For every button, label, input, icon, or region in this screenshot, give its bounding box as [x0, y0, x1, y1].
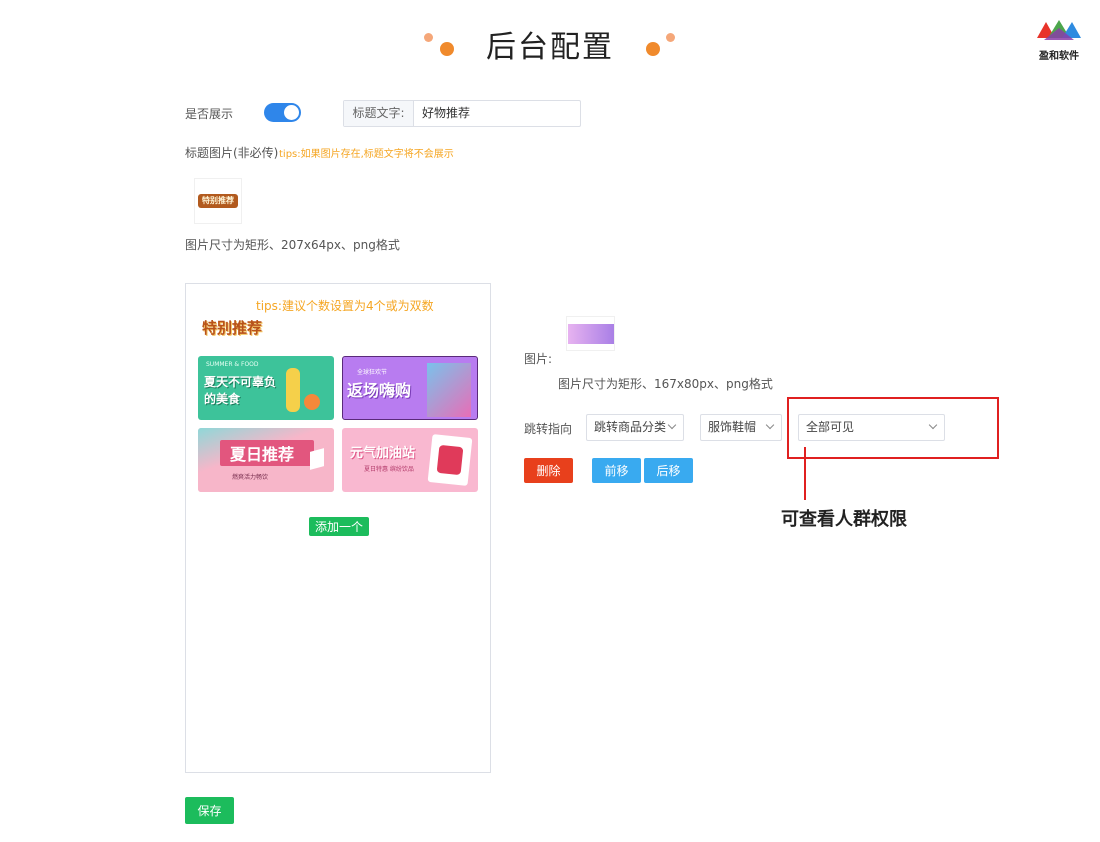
title-image-label: 标题图片(非必传) — [185, 146, 279, 160]
chevron-down-icon — [765, 420, 775, 430]
banner-image-preview — [567, 323, 614, 344]
title-image-thumbnail[interactable]: 特别推荐 — [194, 178, 242, 224]
category-value: 服饰鞋帽 — [708, 420, 757, 434]
preview-title-image: 特别推荐 — [202, 318, 270, 338]
add-banner-button[interactable]: 添加一个 — [309, 517, 369, 536]
toggle-knob — [284, 105, 299, 120]
image-size-hint: 图片尺寸为矩形、167x80px、png格式 — [558, 377, 773, 391]
chevron-down-icon — [667, 420, 677, 430]
company-logo: 盈和软件 — [1034, 16, 1084, 62]
title-image-tip: tips:如果图片存在,标题文字将不会展示 — [279, 149, 454, 160]
icecream-icon — [286, 368, 300, 412]
preview-panel: tips:建议个数设置为4个或为双数 特别推荐 SUMMER & FOOD 夏天… — [185, 283, 491, 773]
decor-dot — [646, 42, 660, 56]
megaphone-icon — [310, 448, 324, 470]
banner-title: 夏天不可辜负的美食 — [204, 375, 277, 406]
delete-button[interactable]: 删除 — [524, 458, 573, 483]
title-text-value[interactable]: 好物推荐 — [414, 101, 470, 126]
category-select[interactable]: 服饰鞋帽 — [700, 414, 782, 441]
jump-label: 跳转指向 — [524, 422, 573, 436]
annotation-highlight-box — [787, 397, 999, 459]
drink-photo-frame — [427, 434, 473, 486]
display-toggle-label: 是否展示 — [185, 107, 234, 121]
decor-dot — [424, 33, 433, 42]
banner-item[interactable]: SUMMER & FOOD 夏天不可辜负的美食 — [198, 356, 334, 420]
preview-tip: tips:建议个数设置为4个或为双数 — [256, 299, 434, 313]
banner-title: 夏日推荐 — [230, 445, 295, 464]
title-image-text: 特别推荐 — [198, 194, 238, 208]
decor-dot — [666, 33, 675, 42]
annotation-line — [804, 447, 806, 500]
banner-item[interactable]: 夏日推荐 燃爽活力畅饮 — [198, 428, 334, 492]
banner-title: 返场嗨购 — [347, 381, 412, 400]
annotation-text: 可查看人群权限 — [781, 509, 907, 530]
save-button[interactable]: 保存 — [185, 797, 234, 824]
title-text-prefix: 标题文字: — [344, 101, 414, 126]
title-text-field[interactable]: 标题文字: 好物推荐 — [343, 100, 581, 127]
title-image-size-hint: 图片尺寸为矩形、207x64px、png格式 — [185, 238, 400, 252]
jump-type-select[interactable]: 跳转商品分类 — [586, 414, 684, 441]
orange-icon — [304, 394, 320, 410]
page-title: 后台配置 — [486, 30, 614, 65]
banner-sub: 燃爽活力畅饮 — [232, 474, 269, 481]
logo-text: 盈和软件 — [1039, 51, 1079, 62]
jump-type-value: 跳转商品分类 — [594, 420, 667, 434]
shopping-illustration-icon — [427, 363, 471, 417]
banner-image-thumbnail[interactable] — [566, 316, 615, 351]
decor-dot — [440, 42, 454, 56]
banner-sub: 夏日特惠 缤纷饮品 — [364, 466, 414, 473]
logo-icon — [1037, 20, 1081, 40]
move-forward-button[interactable]: 前移 — [592, 458, 641, 483]
banner-sub: 全球狂欢节 — [357, 369, 388, 376]
banner-sub: SUMMER & FOOD — [206, 361, 259, 368]
display-toggle[interactable] — [264, 103, 301, 122]
banner-item[interactable]: 全球狂欢节 返场嗨购 — [342, 356, 478, 420]
drink-icon — [436, 444, 464, 476]
banner-item[interactable]: 元气加油站 夏日特惠 缤纷饮品 — [342, 428, 478, 492]
image-label: 图片: — [524, 352, 553, 366]
move-back-button[interactable]: 后移 — [644, 458, 693, 483]
banner-title: 元气加油站 — [350, 446, 416, 461]
